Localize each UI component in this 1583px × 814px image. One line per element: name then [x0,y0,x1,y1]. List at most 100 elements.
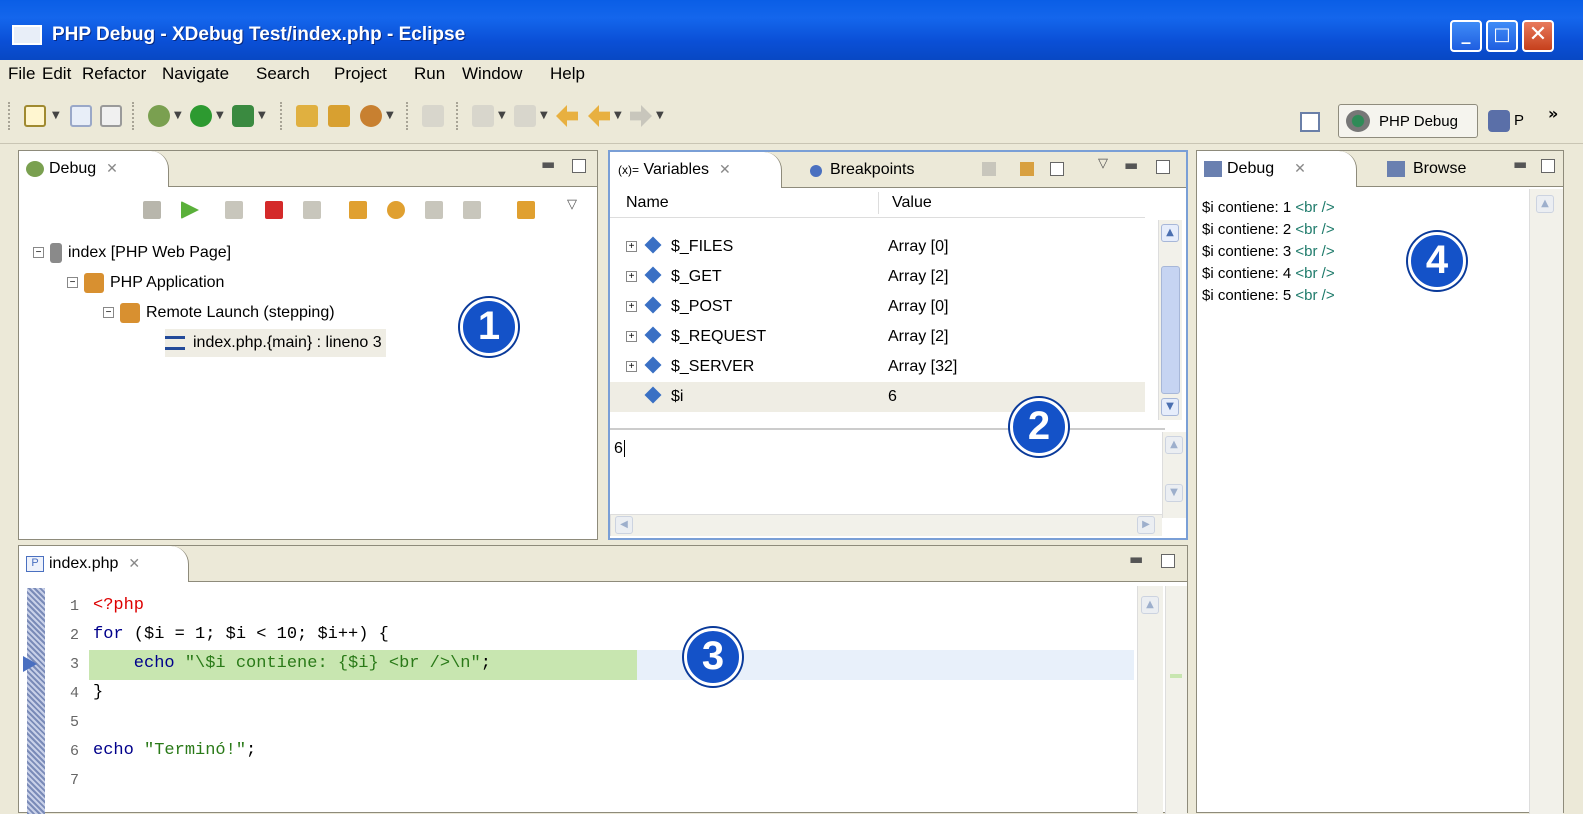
toolbar-grip[interactable] [406,102,409,130]
menu-window[interactable]: Window [462,64,522,84]
scroll-right-icon[interactable]: ▶ [1137,516,1155,534]
scroll-down-icon[interactable]: ▼ [1165,484,1183,502]
tab-browser-output[interactable]: Browse [1377,151,1495,187]
open-project-icon[interactable] [328,105,350,127]
menu-help[interactable]: Help [550,64,585,84]
detail-scrollbar[interactable]: ▲ ▼ [1162,432,1186,518]
print-icon[interactable] [100,105,122,127]
view-menu-icon[interactable]: ▽ [567,197,577,212]
variable-row-server[interactable]: + $_SERVER Array [32] [610,352,1145,382]
menu-file[interactable]: File [8,64,35,84]
menu-edit[interactable]: Edit [42,64,71,84]
save-icon[interactable] [70,105,92,127]
dropdown-arrow-icon[interactable]: ▼ [52,110,60,121]
external-tools-icon[interactable] [232,105,254,127]
step-into-icon[interactable] [349,201,367,219]
detail-pane[interactable]: 6 [610,428,1165,518]
open-folder-icon[interactable] [296,105,318,127]
close-tab-icon[interactable]: ✕ [1294,160,1306,176]
overview-marker[interactable] [1170,674,1182,678]
next-annotation-icon[interactable] [472,105,494,127]
view-menu-icon[interactable]: ▽ [1098,156,1108,171]
minimize-view-icon[interactable]: ▬ [1124,156,1138,174]
minimize-view-icon[interactable]: ▬ [541,155,555,173]
back-icon[interactable] [588,105,610,127]
tree-item-remote-launch[interactable]: − Remote Launch (stepping) [103,299,335,327]
variable-row-get[interactable]: + $_GET Array [2] [610,262,1145,292]
code-line[interactable]: echo "\$i contiene: {$i} <br />\n"; [93,654,491,673]
scroll-thumb[interactable] [1161,266,1180,394]
variable-row-files[interactable]: + $_FILES Array [0] [610,232,1145,262]
collapse-icon[interactable]: − [33,247,44,259]
output-scrollbar[interactable]: ▲ [1529,189,1563,814]
tab-variables[interactable]: (x)= Variables ✕ [610,152,782,188]
close-tab-icon[interactable]: ✕ [106,160,118,176]
expand-icon[interactable]: + [626,331,637,343]
close-tab-icon[interactable]: ✕ [719,161,731,177]
show-logical-structure-icon[interactable] [1020,162,1034,176]
minimize-view-icon[interactable]: ▬ [1129,550,1143,568]
maximize-button[interactable]: □ [1486,20,1518,52]
disconnect-icon[interactable] [303,201,321,219]
scroll-up-icon[interactable]: ▲ [1165,436,1183,454]
dropdown-arrow-icon[interactable]: ▼ [386,110,394,121]
scroll-down-icon[interactable]: ▼ [1161,398,1179,416]
variables-scrollbar[interactable]: ▲ ▼ [1158,220,1182,420]
terminate-icon[interactable] [265,201,283,219]
minimize-view-icon[interactable]: ▬ [1513,155,1527,173]
detail-hscrollbar[interactable]: ◀ ▶ [610,514,1162,536]
maximize-view-icon[interactable] [1541,159,1555,173]
minimize-button[interactable]: _ [1450,20,1482,52]
new-icon[interactable] [24,105,46,127]
php-perspective-icon[interactable] [1488,110,1510,132]
toolbar-grip[interactable] [8,102,11,130]
use-step-filters-icon[interactable] [517,201,535,219]
tab-debug[interactable]: Debug ✕ [19,151,169,187]
dropdown-arrow-icon[interactable]: ▼ [656,110,664,121]
menu-run[interactable]: Run [414,64,445,84]
menu-navigate[interactable]: Navigate [162,64,229,84]
dropdown-arrow-icon[interactable]: ▼ [216,110,224,121]
code-line[interactable]: echo "Terminó!"; [93,741,256,760]
expand-icon[interactable]: + [626,361,637,373]
scroll-up-icon[interactable]: ▲ [1141,596,1159,614]
expand-icon[interactable]: + [626,301,637,313]
variable-row-request[interactable]: + $_REQUEST Array [2] [610,322,1145,352]
column-divider[interactable] [878,192,879,214]
tab-index-php[interactable]: Pindex.php ✕ [19,546,189,582]
debug-icon[interactable] [148,105,170,127]
remove-terminated-icon[interactable] [143,201,161,219]
tab-debug-output[interactable]: Debug ✕ [1197,151,1357,187]
suspend-icon[interactable] [225,201,243,219]
show-type-names-icon[interactable] [982,162,996,176]
maximize-view-icon[interactable] [572,159,586,173]
scroll-left-icon[interactable]: ◀ [615,516,633,534]
code-line[interactable]: for ($i = 1; $i < 10; $i++) { [93,625,389,644]
tree-item-stack-frame[interactable]: index.php.{main} : lineno 3 [165,329,386,357]
expand-icon[interactable]: + [626,241,637,253]
step-over-icon[interactable] [387,201,405,219]
resume-icon[interactable] [181,201,199,219]
perspective-php[interactable]: P [1514,112,1524,129]
dropdown-arrow-icon[interactable]: ▼ [540,110,548,121]
maximize-view-icon[interactable] [1161,554,1175,568]
forward-icon[interactable] [630,105,652,127]
dropdown-arrow-icon[interactable]: ▼ [614,110,622,121]
run-icon[interactable] [190,105,212,127]
dropdown-arrow-icon[interactable]: ▼ [174,110,182,121]
annotation-ruler[interactable] [27,588,45,814]
overview-ruler[interactable] [1165,586,1187,814]
menu-refactor[interactable]: Refactor [82,64,146,84]
dropdown-arrow-icon[interactable]: ▼ [258,110,266,121]
collapse-icon[interactable]: − [103,307,114,319]
toolbar-grip[interactable] [456,102,459,130]
variable-row-i[interactable]: $i 6 [610,382,1145,412]
column-value[interactable]: Value [892,194,932,212]
close-tab-icon[interactable]: ✕ [128,555,140,571]
variable-row-post[interactable]: + $_POST Array [0] [610,292,1145,322]
dropdown-arrow-icon[interactable]: ▼ [498,110,506,121]
step-return-icon[interactable] [425,201,443,219]
pen-icon[interactable] [422,105,444,127]
editor-scrollbar[interactable]: ▲ [1137,586,1163,814]
more-perspectives-icon[interactable]: » [1548,104,1558,123]
